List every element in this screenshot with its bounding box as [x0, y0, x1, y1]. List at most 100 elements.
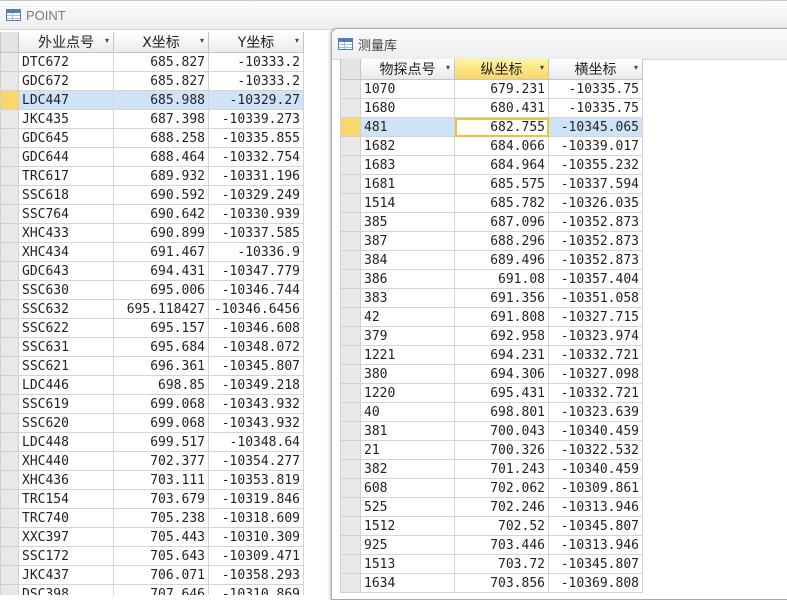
record-selector[interactable] — [0, 565, 19, 585]
table-row[interactable]: 381 700.043 -10340.459 — [340, 421, 643, 441]
record-selector[interactable] — [340, 421, 361, 441]
table-cell[interactable]: 688.296 — [454, 231, 549, 251]
record-selector[interactable] — [340, 554, 361, 574]
table-row[interactable]: 1220 695.431 -10332.721 — [340, 383, 643, 403]
table-cell[interactable]: -10343.932 — [208, 394, 304, 414]
table-cell[interactable]: -10335.75 — [548, 79, 643, 99]
record-selector[interactable] — [0, 128, 19, 148]
table-cell[interactable]: -10323.639 — [548, 402, 643, 422]
table-row[interactable]: TRC154 703.679 -10319.846 — [0, 489, 304, 509]
record-selector[interactable] — [340, 573, 361, 593]
record-selector[interactable] — [340, 535, 361, 555]
table-cell[interactable]: -10349.218 — [208, 375, 304, 395]
table-cell[interactable]: SSC631 — [18, 337, 114, 357]
record-selector[interactable] — [340, 155, 361, 175]
table-cell[interactable]: -10319.846 — [208, 489, 304, 509]
table-row[interactable]: SSC618 690.592 -10329.249 — [0, 185, 304, 205]
record-selector[interactable] — [0, 223, 19, 243]
table-cell[interactable]: 700.326 — [454, 440, 549, 460]
table-cell[interactable]: 684.066 — [454, 136, 549, 156]
table-cell[interactable]: -10327.098 — [548, 364, 643, 384]
filter-sort-dropdown-icon[interactable]: ▾ — [105, 36, 109, 45]
record-selector[interactable] — [0, 451, 19, 471]
record-selector[interactable] — [340, 478, 361, 498]
table-cell[interactable]: 382 — [360, 459, 455, 479]
table-row[interactable]: 1680 680.431 -10335.75 — [340, 98, 643, 118]
table-cell[interactable]: GDC644 — [18, 147, 114, 167]
record-selector[interactable] — [340, 402, 361, 422]
table-cell[interactable]: XXC397 — [18, 527, 114, 547]
table-row[interactable]: JKC435 687.398 -10339.273 — [0, 109, 304, 129]
table-cell[interactable]: 703.111 — [113, 470, 209, 490]
table-cell[interactable]: 1681 — [360, 174, 455, 194]
table-cell[interactable]: 42 — [360, 307, 455, 327]
table-cell[interactable]: -10318.609 — [208, 508, 304, 528]
table-cell[interactable]: 692.958 — [454, 326, 549, 346]
table-cell[interactable]: -10347.779 — [208, 261, 304, 281]
table-row[interactable]: XXC397 705.443 -10310.309 — [0, 527, 304, 547]
record-selector[interactable] — [0, 185, 19, 205]
record-selector[interactable] — [340, 364, 361, 384]
table-cell[interactable]: XHC433 — [18, 223, 114, 243]
table-cell[interactable]: 702.377 — [113, 451, 209, 471]
table-cell[interactable]: DTC672 — [18, 52, 114, 72]
table-cell[interactable]: 691.356 — [454, 288, 549, 308]
table-cell[interactable]: GDC645 — [18, 128, 114, 148]
table-cell[interactable]: -10309.861 — [548, 478, 643, 498]
table-row[interactable]: GDC645 688.258 -10335.855 — [0, 128, 304, 148]
table-cell[interactable]: 701.243 — [454, 459, 549, 479]
table-cell[interactable]: -10343.932 — [208, 413, 304, 433]
table-cell[interactable]: 925 — [360, 535, 455, 555]
table-cell[interactable]: 1512 — [360, 516, 455, 536]
table-cell[interactable]: 1634 — [360, 573, 455, 593]
select-all-corner[interactable] — [0, 32, 19, 53]
table-row[interactable]: JKC437 706.071 -10358.293 — [0, 565, 304, 585]
table-cell[interactable]: 680.431 — [454, 98, 549, 118]
table-row[interactable]: 387 688.296 -10352.873 — [340, 231, 643, 251]
table-cell[interactable]: 690.899 — [113, 223, 209, 243]
point-window-titlebar[interactable]: POINT — [0, 1, 787, 30]
table-row[interactable]: 382 701.243 -10340.459 — [340, 459, 643, 479]
table-cell[interactable]: XHC436 — [18, 470, 114, 490]
table-cell[interactable]: 695.157 — [113, 318, 209, 338]
table-cell[interactable]: -10369.808 — [548, 573, 643, 593]
table-cell[interactable]: -10345.807 — [208, 356, 304, 376]
table-row[interactable]: 379 692.958 -10323.974 — [340, 326, 643, 346]
table-cell[interactable]: JKC435 — [18, 109, 114, 129]
table-cell[interactable]: 1682 — [360, 136, 455, 156]
table-cell[interactable]: 695.118427 — [113, 299, 209, 319]
table-cell[interactable]: 702.52 — [454, 516, 549, 536]
table-row[interactable]: 384 689.496 -10352.873 — [340, 250, 643, 270]
table-cell[interactable]: 1513 — [360, 554, 455, 574]
column-header-probe-no[interactable]: 物探点号 ▾ — [360, 59, 455, 80]
table-row[interactable]: 385 687.096 -10352.873 — [340, 212, 643, 232]
table-row[interactable]: SSC631 695.684 -10348.072 — [0, 337, 304, 357]
table-row[interactable]: SSC632 695.118427 -10346.6456 — [0, 299, 304, 319]
record-selector[interactable] — [340, 231, 361, 251]
table-cell[interactable]: 702.062 — [454, 478, 549, 498]
record-selector[interactable] — [0, 166, 19, 186]
table-cell[interactable]: -10352.873 — [548, 231, 643, 251]
table-row[interactable]: 1221 694.231 -10332.721 — [340, 345, 643, 365]
record-selector[interactable] — [0, 356, 19, 376]
table-cell[interactable]: 685.827 — [113, 52, 209, 72]
table-cell[interactable]: -10310.309 — [208, 527, 304, 547]
dropdown-icon[interactable]: ▾ — [295, 36, 299, 45]
table-cell[interactable]: -10326.035 — [548, 193, 643, 213]
record-selector[interactable] — [340, 193, 361, 213]
table-row[interactable]: GDC672 685.827 -10333.2 — [0, 71, 304, 91]
table-cell[interactable]: 699.517 — [113, 432, 209, 452]
dropdown-icon[interactable]: ▾ — [446, 63, 450, 72]
table-cell[interactable]: 703.856 — [454, 573, 549, 593]
table-row[interactable]: 380 694.306 -10327.098 — [340, 364, 643, 384]
table-cell[interactable]: -10345.807 — [548, 554, 643, 574]
table-cell[interactable]: -10346.744 — [208, 280, 304, 300]
table-cell[interactable]: 698.801 — [454, 402, 549, 422]
table-cell[interactable]: 691.467 — [113, 242, 209, 262]
table-cell[interactable]: 699.068 — [113, 394, 209, 414]
table-cell[interactable]: -10345.065 — [548, 117, 643, 137]
record-selector[interactable] — [340, 459, 361, 479]
table-cell[interactable]: -10313.946 — [548, 535, 643, 555]
table-cell[interactable]: 1070 — [360, 79, 455, 99]
table-cell[interactable]: -10351.058 — [548, 288, 643, 308]
